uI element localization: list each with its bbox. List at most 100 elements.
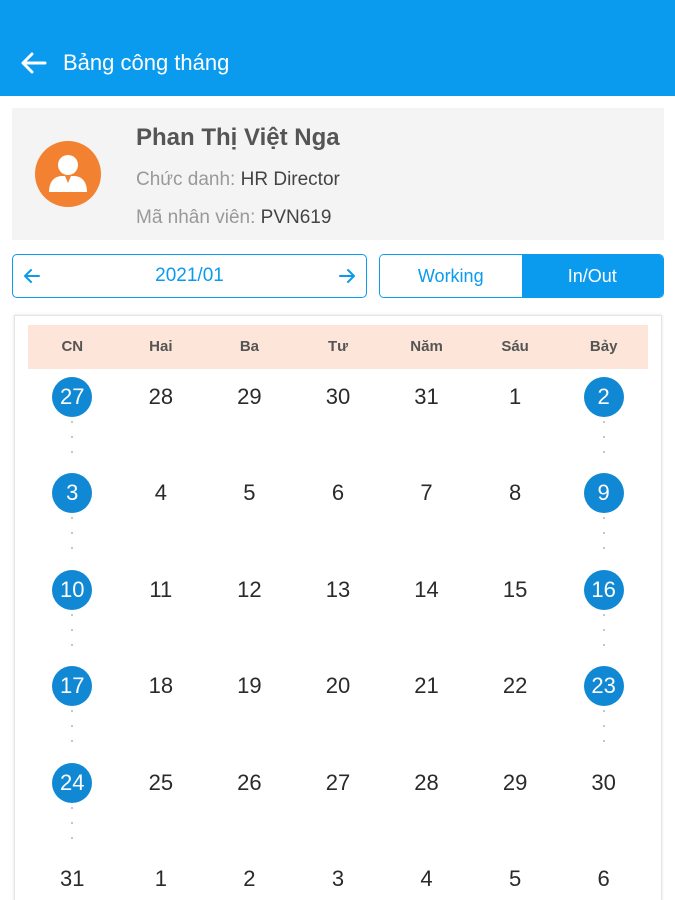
- day-number: 28: [148, 384, 174, 409]
- calendar-day[interactable]: 14: [382, 562, 471, 622]
- in-out-marker: [71, 806, 74, 852]
- calendar-day[interactable]: 16: [559, 562, 648, 646]
- day-number: 31: [414, 384, 439, 409]
- weekday-label: Hai: [149, 338, 173, 355]
- calendar-day[interactable]: 29: [205, 369, 294, 429]
- in-out-marker: [71, 710, 74, 755]
- tab-in-out[interactable]: In/Out: [521, 255, 663, 297]
- calendar-day[interactable]: 31: [382, 369, 471, 429]
- in-out-marker: [602, 517, 605, 562]
- employee-id-label: Mã nhân viên:: [136, 207, 256, 228]
- weekday-label: Tư: [327, 338, 348, 355]
- position-label: Chức danh:: [136, 169, 236, 190]
- calendar-day[interactable]: 7: [382, 465, 471, 525]
- day-number: 7: [420, 480, 433, 506]
- calendar-day[interactable]: 4: [382, 851, 471, 900]
- calendar-day[interactable]: 3: [28, 465, 117, 550]
- day-number: 4: [154, 480, 167, 506]
- app-bar: Bảng công tháng: [0, 0, 675, 96]
- current-month: 2021/01: [155, 265, 224, 286]
- calendar-day[interactable]: 17: [28, 658, 117, 743]
- calendar-day[interactable]: 15: [471, 562, 560, 622]
- calendar-day[interactable]: 29: [471, 755, 560, 815]
- calendar-week: 31 1 2 3 4 5 6: [28, 851, 648, 900]
- in-out-marker: [71, 613, 74, 659]
- day-number: 2: [243, 866, 256, 891]
- calendar-day[interactable]: 4: [117, 465, 206, 525]
- arrow-left-icon: [24, 268, 40, 283]
- calendar-day[interactable]: 18: [117, 658, 206, 718]
- weekday-label: Năm: [410, 338, 443, 355]
- highlighted-day-number: 9: [583, 473, 624, 514]
- calendar-day[interactable]: 13: [294, 562, 383, 622]
- next-month-button[interactable]: [328, 255, 366, 296]
- calendar-week: 3 4 5 6 7 8 9: [28, 465, 648, 550]
- day-number: 12: [237, 576, 262, 602]
- day-number: 8: [508, 480, 522, 506]
- calendar-day[interactable]: 10: [28, 562, 117, 646]
- calendar-day[interactable]: 27: [28, 369, 117, 453]
- calendar-day[interactable]: 2: [559, 369, 648, 453]
- weekday-header: CN Hai Ba Tư Năm Sáu Bảy: [28, 325, 648, 369]
- highlighted-day-number: 27: [52, 377, 93, 417]
- calendar-day[interactable]: 6: [294, 465, 383, 525]
- position-row: Chức danh: HR Director: [136, 168, 340, 192]
- calendar-day[interactable]: 19: [205, 658, 294, 718]
- calendar-day[interactable]: 8: [471, 465, 560, 525]
- day-number: 30: [325, 384, 351, 409]
- day-number: 29: [502, 769, 528, 795]
- calendar-day[interactable]: 1: [471, 369, 560, 429]
- calendar-day[interactable]: 11: [117, 562, 206, 622]
- highlighted-day-number: 10: [52, 569, 93, 610]
- arrow-right-icon: [339, 268, 355, 283]
- calendar-day[interactable]: 25: [117, 755, 206, 815]
- in-out-marker: [602, 613, 605, 659]
- calendar-day[interactable]: 20: [294, 658, 383, 718]
- day-number: 18: [148, 673, 174, 699]
- calendar-day[interactable]: 27: [294, 755, 383, 815]
- day-number: 26: [237, 769, 262, 795]
- day-number: 29: [237, 384, 262, 409]
- employee-name: Phan Thị Việt Nga: [136, 124, 340, 151]
- calendar-day[interactable]: 5: [471, 851, 560, 900]
- calendar-day[interactable]: 2: [205, 851, 294, 900]
- day-number: 6: [331, 480, 345, 506]
- calendar-day[interactable]: 28: [382, 755, 471, 815]
- day-number: 30: [591, 769, 616, 795]
- previous-month-button[interactable]: [13, 255, 51, 296]
- highlighted-day-number: 3: [52, 473, 93, 514]
- in-out-marker: [602, 421, 605, 466]
- calendar-day[interactable]: 21: [382, 658, 471, 718]
- tab-working[interactable]: Working: [380, 255, 522, 297]
- day-number: 20: [325, 673, 351, 699]
- calendar-day[interactable]: 22: [471, 658, 560, 718]
- profile-card: Phan Thị Việt Nga Chức danh: HR Director…: [12, 108, 664, 240]
- calendar-day[interactable]: 9: [559, 465, 648, 550]
- in-out-marker: [71, 421, 74, 466]
- calendar-day[interactable]: 23: [559, 658, 648, 743]
- calendar-day[interactable]: 28: [117, 369, 206, 429]
- day-number: 15: [502, 576, 528, 602]
- day-number: 14: [414, 576, 439, 602]
- calendar-day[interactable]: 12: [205, 562, 294, 622]
- day-number: 28: [414, 769, 439, 795]
- calendar-day[interactable]: 6: [559, 851, 648, 900]
- calendar-day[interactable]: 3: [294, 851, 383, 900]
- calendar-day[interactable]: 5: [205, 465, 294, 525]
- highlighted-day-number: 23: [583, 666, 624, 707]
- calendar-week: 17 18 19 20 21 22 23: [28, 658, 648, 743]
- calendar-day[interactable]: 24: [28, 755, 117, 839]
- calendar-day[interactable]: 26: [205, 755, 294, 815]
- view-toggle: Working In/Out: [379, 254, 664, 298]
- highlighted-day-number: 16: [583, 569, 624, 610]
- day-number: 19: [237, 673, 262, 699]
- day-number: 21: [414, 673, 439, 699]
- highlighted-day-number: 24: [52, 762, 93, 803]
- calendar-day[interactable]: 30: [559, 755, 648, 815]
- calendar-day[interactable]: 1: [117, 851, 206, 900]
- calendar-day[interactable]: 30: [294, 369, 383, 429]
- back-button[interactable]: [18, 48, 50, 78]
- calendar-day[interactable]: 31: [28, 851, 117, 900]
- position-value: HR Director: [240, 169, 340, 190]
- employee-id-value: PVN619: [260, 207, 332, 228]
